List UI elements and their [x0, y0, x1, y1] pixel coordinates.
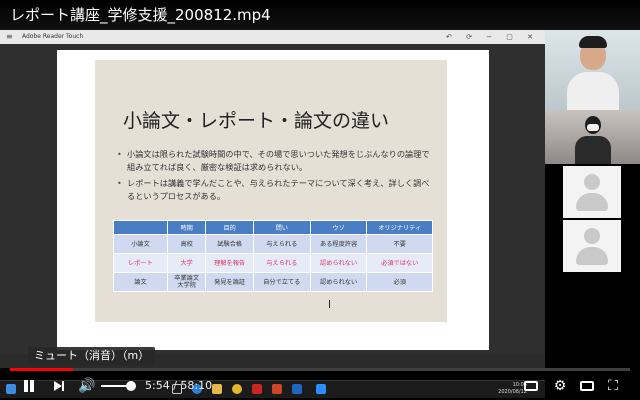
- participant-mask: [587, 124, 599, 131]
- participant-body: [575, 136, 611, 164]
- table-header-cell: 問い: [252, 220, 311, 235]
- table-row-highlighted: レポート 大学 理解を報告 与えられる 認められない 必須ではない: [113, 253, 433, 273]
- table-cell: 発見を論証: [205, 272, 254, 292]
- table-cell: 認められない: [309, 272, 368, 292]
- participant-avatar[interactable]: [563, 220, 621, 272]
- table-header-cell: [113, 220, 168, 235]
- player-controls: 🔊 5:54 / 58:10 ⚙ ⛶: [0, 372, 640, 400]
- table-row: 小論文 高校 試験合格 与えられる ある程度許容 不要: [113, 234, 433, 254]
- table-cell: 論文: [113, 272, 168, 292]
- bullet-item: レポートは講義で学んだことや、与えられたテーマについて深く考え、詳しく調べるとい…: [117, 177, 437, 202]
- table-cell: 与えられる: [252, 253, 311, 273]
- video-title: レポート講座_学修支援_200812.mp4: [0, 0, 640, 30]
- hamburger-icon[interactable]: ≡: [6, 30, 13, 44]
- table-cell: ある程度許容: [309, 234, 368, 254]
- participants-panel: [545, 30, 640, 368]
- volume-slider-handle[interactable]: [126, 381, 136, 391]
- table-cell: 試験合格: [205, 234, 254, 254]
- table-cell: 高校: [166, 234, 207, 254]
- table-cell: 大学: [166, 253, 207, 273]
- pause-icon[interactable]: [20, 377, 38, 395]
- miniplayer-icon[interactable]: [578, 377, 596, 395]
- table-cell: 与えられる: [252, 234, 311, 254]
- table-cell: 不要: [366, 234, 433, 254]
- current-time: 5:54: [145, 379, 170, 392]
- table-header-row: 時期 目的 問い ウソ オリジナリティ: [113, 220, 433, 235]
- table-cell: レポート: [113, 253, 168, 273]
- presenter-hair: [579, 36, 607, 48]
- window-controls[interactable]: ↶ ⟳ − ▢ ✕: [446, 30, 539, 44]
- table-header-cell: 目的: [205, 220, 254, 235]
- app-title: Adobe Reader Touch: [22, 33, 84, 40]
- mouse-cursor-icon: [329, 300, 335, 308]
- duration: 58:10: [180, 379, 213, 392]
- table-cell: 小論文: [113, 234, 168, 254]
- time-display: 5:54 / 58:10: [145, 379, 213, 392]
- app-titlebar: ≡ Adobe Reader Touch ↶ ⟳ − ▢ ✕: [0, 30, 545, 44]
- participant-video-masked[interactable]: [545, 110, 640, 164]
- table-row: 論文 卒業論文 大学院 発見を論証 自分で立てる 認められない 必須: [113, 272, 433, 292]
- subtitles-icon[interactable]: [522, 377, 540, 395]
- table-header-cell: 時期: [166, 220, 207, 235]
- table-cell: 必須ではない: [366, 253, 433, 273]
- table-header-cell: ウソ: [309, 220, 368, 235]
- table-cell: 必須: [366, 272, 433, 292]
- shared-screen: ≡ Adobe Reader Touch ↶ ⟳ − ▢ ✕ 小論文・レポート・…: [0, 30, 545, 398]
- progress-played: [10, 368, 73, 371]
- document-viewer: 小論文・レポート・論文の違い 小論文は限られた試験時間の中で、その場で思いついた…: [0, 44, 545, 354]
- comparison-table: 時期 目的 問い ウソ オリジナリティ 小論文 高校 試験合格 与えられる ある…: [113, 220, 433, 292]
- participant-avatar[interactable]: [563, 166, 621, 218]
- bullet-item: 小論文は限られた試験時間の中で、その場で思いついた発想をじぶんなりの論理で組み立…: [117, 148, 437, 173]
- document-page: 小論文・レポート・論文の違い 小論文は限られた試験時間の中で、その場で思いついた…: [57, 50, 489, 350]
- mute-tooltip: ミュート（消音）（m）: [28, 347, 156, 365]
- avatar-icon: [584, 174, 600, 190]
- table-cell: 卒業論文 大学院: [166, 272, 207, 292]
- slide-title: 小論文・レポート・論文の違い: [123, 110, 390, 132]
- avatar-icon: [584, 228, 600, 244]
- table-header-cell: オリジナリティ: [366, 220, 433, 235]
- slide: 小論文・レポート・論文の違い 小論文は限られた試験時間の中で、その場で思いついた…: [95, 60, 447, 322]
- slide-bullets: 小論文は限られた試験時間の中で、その場で思いついた発想をじぶんなりの論理で組み立…: [117, 148, 437, 206]
- presenter-body: [567, 72, 619, 110]
- settings-icon[interactable]: ⚙: [551, 377, 569, 395]
- volume-icon[interactable]: 🔊: [78, 377, 96, 395]
- table-cell: 自分で立てる: [252, 272, 311, 292]
- next-icon[interactable]: [50, 377, 68, 395]
- fullscreen-icon[interactable]: ⛶: [604, 377, 622, 395]
- table-cell: 理解を報告: [205, 253, 254, 273]
- progress-bar[interactable]: [10, 368, 630, 371]
- participant-video-presenter[interactable]: [545, 30, 640, 110]
- table-cell: 認められない: [309, 253, 368, 273]
